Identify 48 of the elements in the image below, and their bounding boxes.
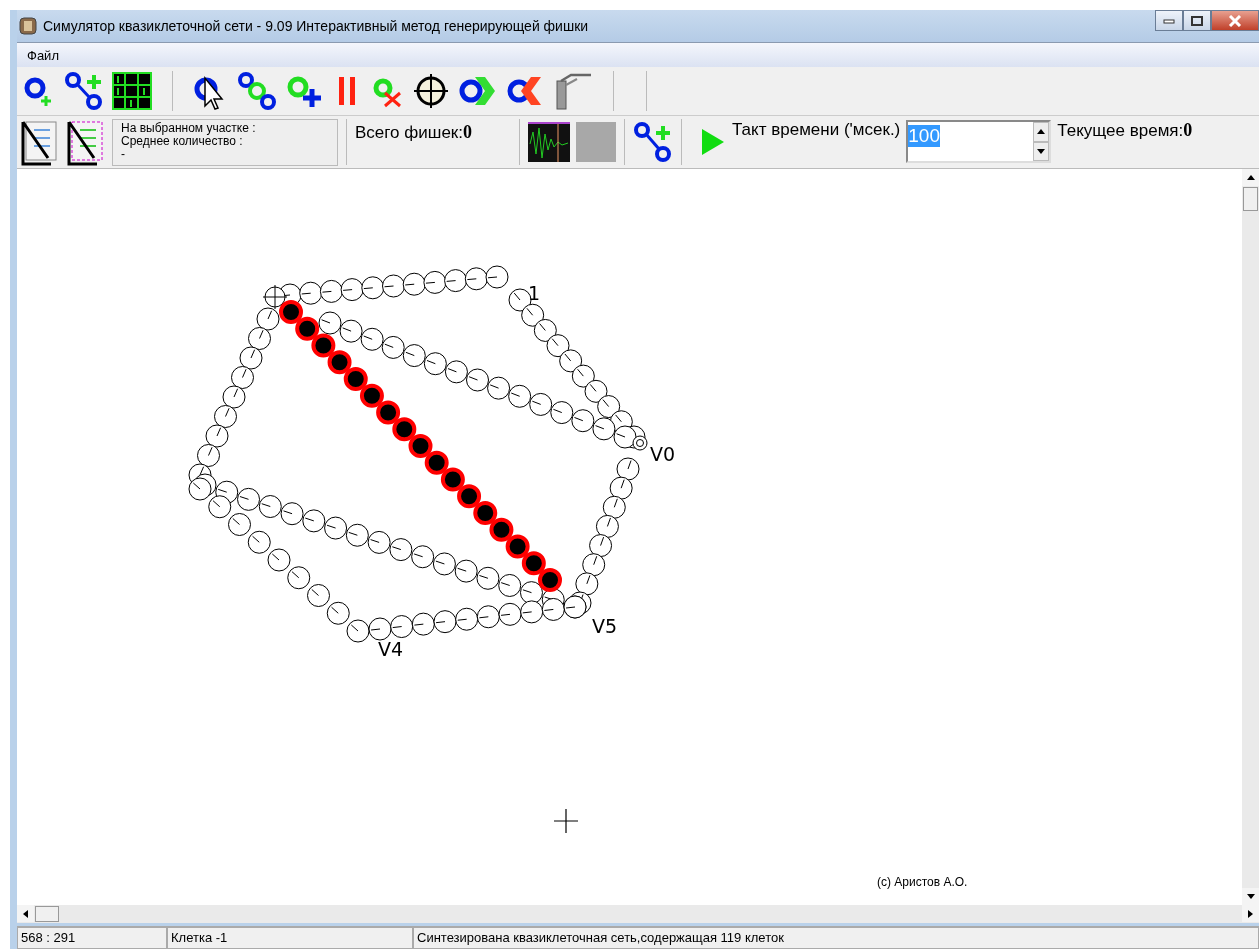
total-chips-label: Всего фишек: <box>355 123 464 142</box>
left-triangle-icon[interactable] <box>23 909 28 918</box>
copyright-text: (c) Аристов А.О. <box>877 875 968 889</box>
vertex-label: V5 <box>592 615 618 637</box>
minimize-button[interactable] <box>1155 10 1183 31</box>
time-step-label: Такт времени ('мсек.) <box>732 119 901 140</box>
current-time-label: Текущее время: <box>1057 121 1184 140</box>
vertex-label: V0 <box>650 443 676 465</box>
right-triangle-icon[interactable] <box>1248 909 1253 918</box>
close-button[interactable] <box>1211 10 1259 31</box>
close-icon <box>1228 14 1242 27</box>
up-triangle-icon[interactable] <box>1246 175 1255 180</box>
crosshair-cursor-icon <box>553 808 579 834</box>
horizontal-scrollbar[interactable] <box>17 905 1259 923</box>
turnstile-icon[interactable] <box>553 71 593 111</box>
status-panel: 568 : 291 <box>17 927 167 949</box>
total-chips-value: 0 <box>463 122 473 142</box>
down-triangle-icon[interactable] <box>1246 894 1255 899</box>
minimize-icon <box>1163 17 1175 24</box>
info-text: - <box>121 147 125 161</box>
down-triangle-icon <box>1037 148 1046 154</box>
app-icon <box>19 17 37 35</box>
crosshair-icon[interactable] <box>413 73 449 109</box>
spin-down-button[interactable] <box>1033 141 1050 161</box>
vertex-label: V4 <box>378 638 404 660</box>
maximize-button[interactable] <box>1183 10 1211 31</box>
checklist-pencil-icon[interactable] <box>20 118 60 166</box>
scroll-thumb[interactable] <box>1243 187 1258 211</box>
connect-nodes-icon[interactable] <box>237 71 277 111</box>
checklist-pencil-icon[interactable] <box>66 118 106 166</box>
add-link-icon[interactable] <box>64 71 104 111</box>
info-text: На выбранном участке : <box>121 121 257 135</box>
info-text: Среднее количество : <box>121 134 243 148</box>
vertex-label: 1 <box>528 282 541 304</box>
up-triangle-icon <box>1037 129 1046 135</box>
grid-icon[interactable] <box>112 72 152 110</box>
window-title: Симулятор квазиклеточной сети - 9.09 Интерактивный метод генерирующей фишки <box>43 18 590 34</box>
menu-item[interactable]: Файл <box>17 47 69 63</box>
maximize-icon <box>1191 15 1203 26</box>
waveform-icon[interactable] <box>528 122 570 162</box>
spin-up-button[interactable] <box>1033 122 1050 142</box>
current-time-value: 0 <box>1183 120 1193 140</box>
add-link-icon[interactable] <box>633 121 673 163</box>
status-panel: Синтезирована квазиклеточная сеть,содержащая 119 клеток <box>413 927 1259 949</box>
time-step-value: 100 <box>908 125 940 147</box>
vertical-scrollbar[interactable] <box>1242 169 1259 905</box>
scroll-thumb[interactable] <box>35 906 59 922</box>
status-panel: Клетка -1 <box>167 927 413 949</box>
